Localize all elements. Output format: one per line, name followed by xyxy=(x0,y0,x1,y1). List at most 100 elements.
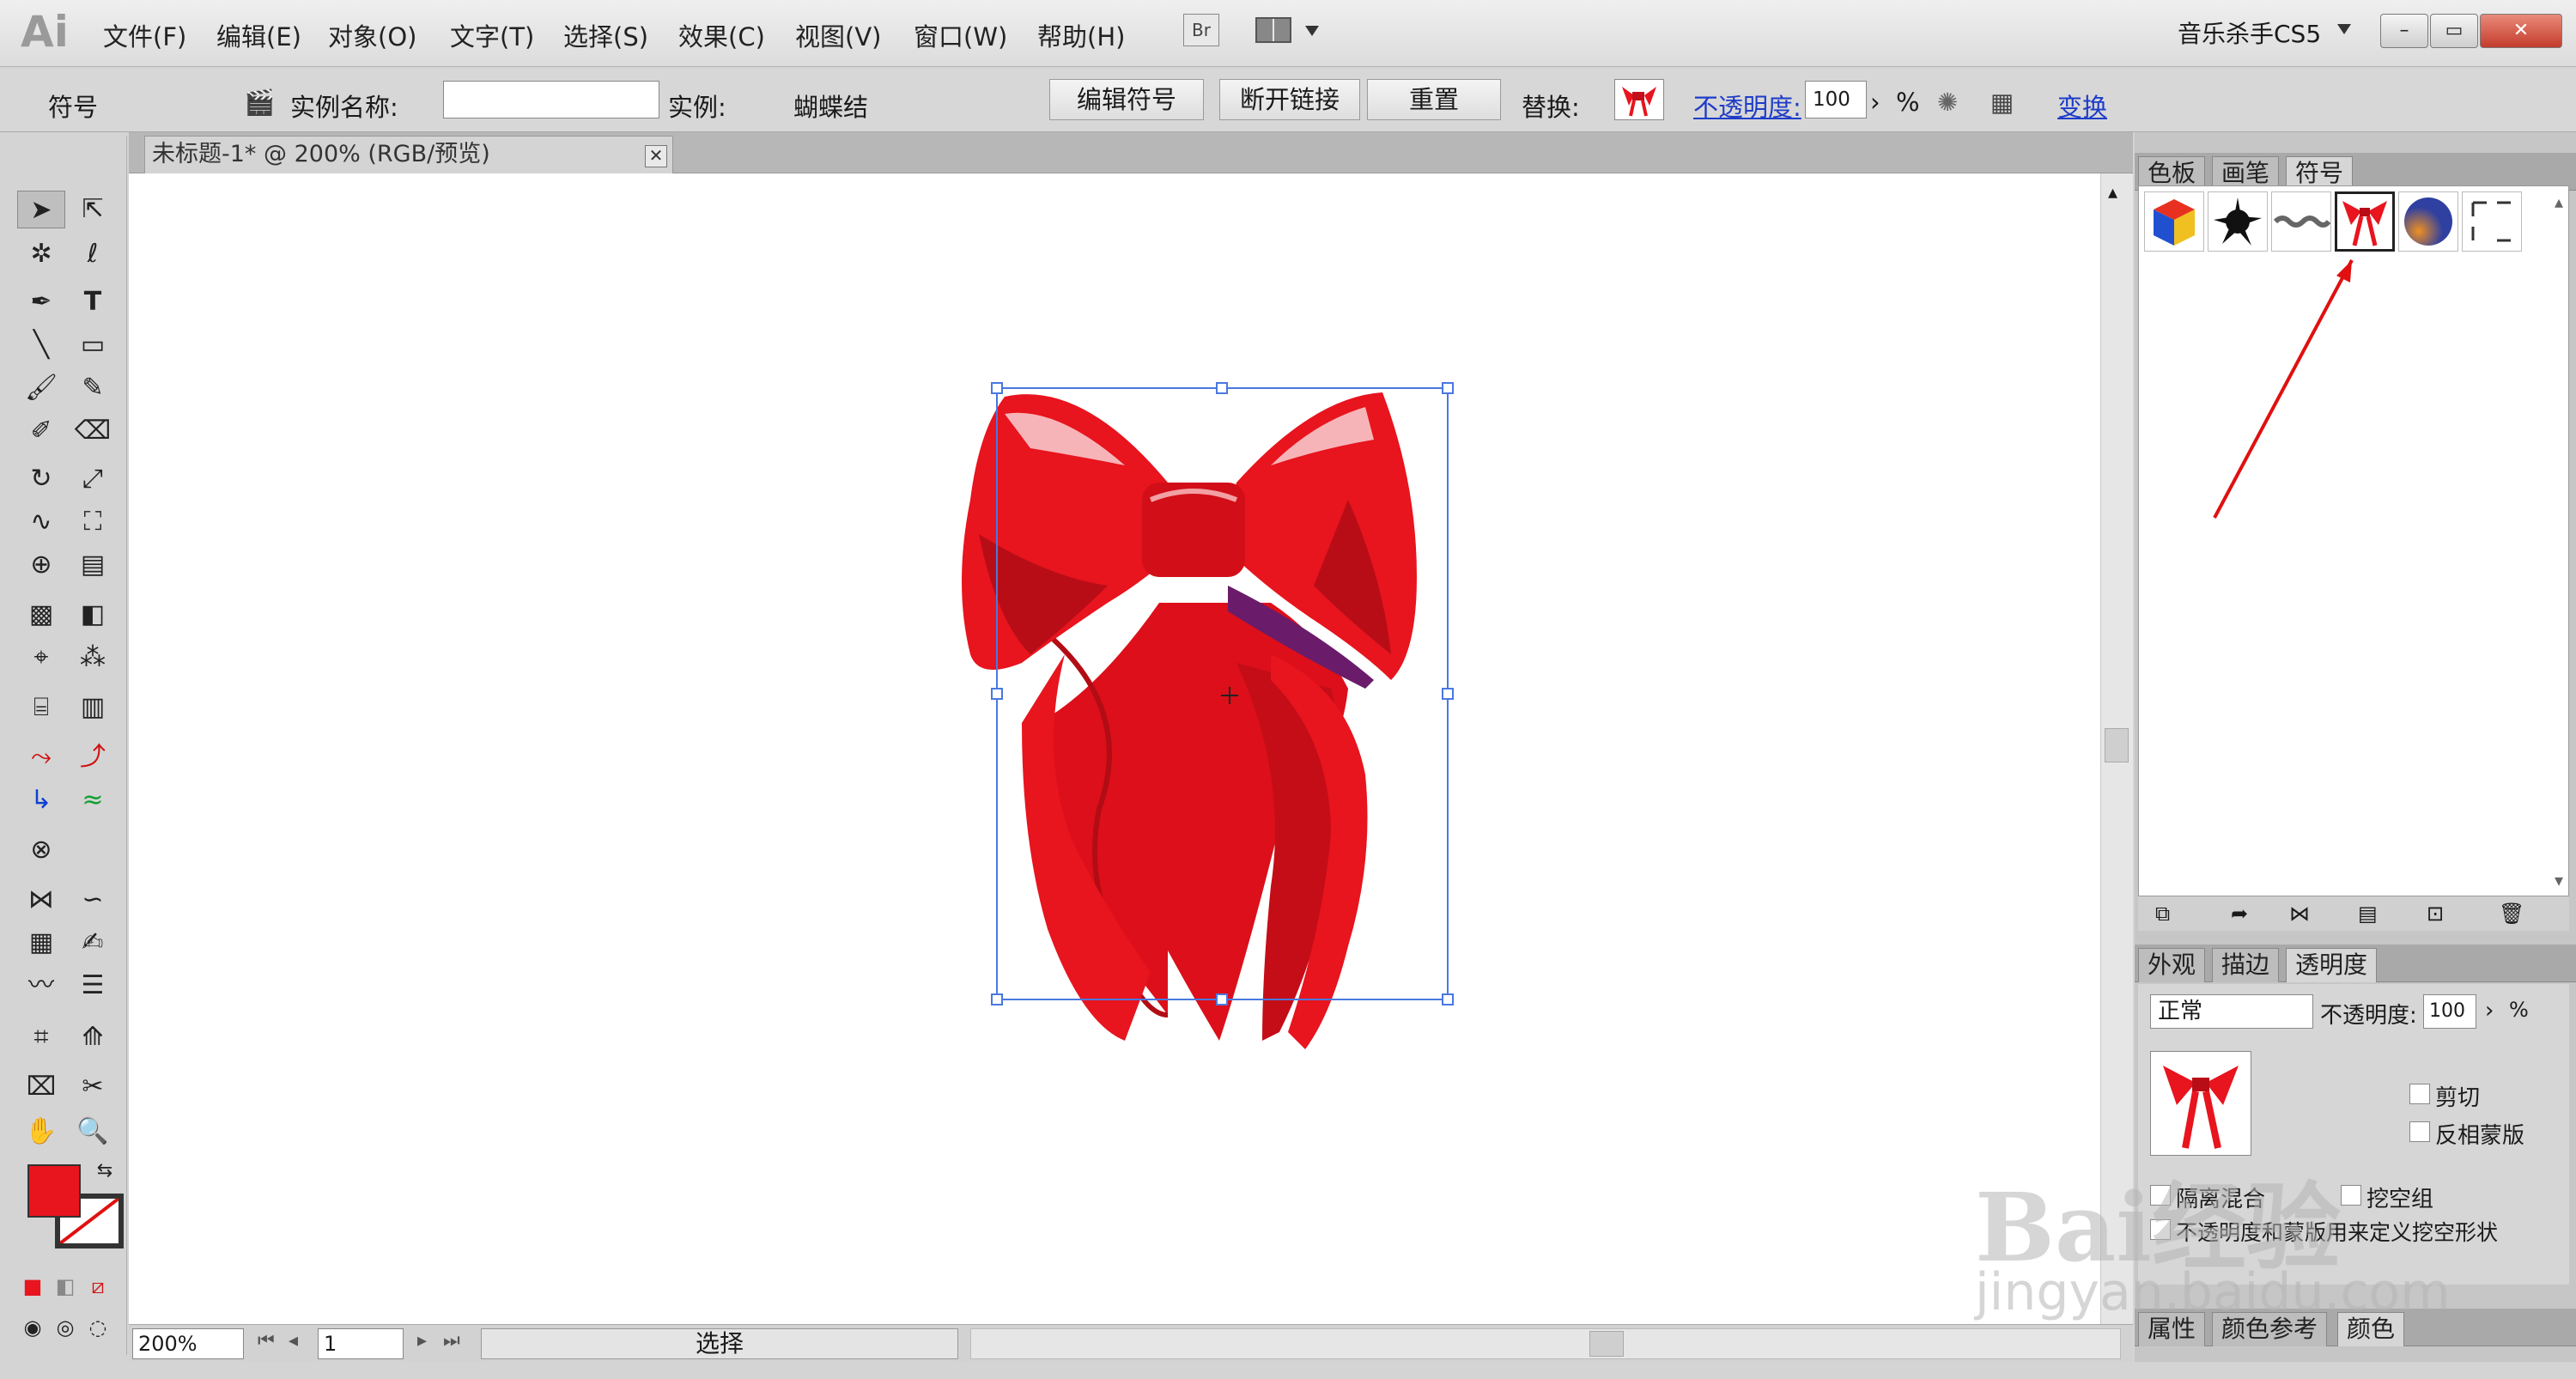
column-graph-tool-icon[interactable]: ▥ xyxy=(69,689,117,726)
artboard-canvas[interactable]: ▴ xyxy=(129,173,2133,1324)
symbol-libraries-icon[interactable]: ⧉ xyxy=(2155,902,2170,926)
vertical-scroll-thumb[interactable] xyxy=(2105,728,2129,762)
last-page-icon[interactable]: ⏭ xyxy=(443,1330,460,1352)
trash-icon[interactable]: 🗑 xyxy=(2499,902,2524,926)
swap-fill-stroke-icon[interactable]: ⇆ xyxy=(88,1152,122,1190)
pen-tool-icon[interactable]: ✒ xyxy=(17,283,65,321)
clip-checkbox[interactable] xyxy=(2409,1084,2430,1104)
measure-tool-icon[interactable]: ⟰ xyxy=(69,1018,117,1056)
recolor-icon[interactable]: ✺ xyxy=(1937,88,1958,117)
zoom-tool-icon[interactable]: 🔍 xyxy=(69,1113,117,1151)
menu-effect[interactable]: 效果(C) xyxy=(678,17,765,53)
menu-view[interactable]: 视图(V) xyxy=(795,17,881,53)
free-transform-tool-icon[interactable]: ⛶ xyxy=(69,503,117,541)
custom-tool-icon[interactable]: ⤴ xyxy=(69,738,117,776)
instance-name-input[interactable] xyxy=(443,81,659,118)
tab-stroke[interactable]: 描边 xyxy=(2212,948,2280,982)
fill-swatch[interactable] xyxy=(27,1164,81,1218)
status-display[interactable]: 选择 xyxy=(481,1328,958,1359)
break-link-icon[interactable]: ⋈ xyxy=(2289,902,2310,926)
tab-appearance[interactable]: 外观 xyxy=(2138,948,2206,982)
paintbrush-tool-icon[interactable]: 🖌 xyxy=(17,369,65,407)
menu-edit[interactable]: 编辑(E) xyxy=(216,17,301,53)
shape-builder-tool-icon[interactable]: ⊕ xyxy=(17,546,65,584)
break-link-button[interactable]: 断开链接 xyxy=(1219,79,1360,120)
zoom-select[interactable]: 200% xyxy=(132,1328,244,1359)
horizontal-scrollbar[interactable] xyxy=(970,1328,2121,1359)
scale-tool-icon[interactable]: ⤢ xyxy=(69,460,117,498)
blend-tool-icon[interactable]: ⁂ xyxy=(69,639,117,677)
replace-symbol-dropdown[interactable] xyxy=(1614,79,1664,120)
edit-symbol-button[interactable]: 编辑符号 xyxy=(1049,79,1204,120)
selection-tool-icon[interactable]: ➤ xyxy=(17,191,65,228)
eyedropper-tool-icon[interactable]: ⌗ xyxy=(17,1018,65,1056)
chevron-down-icon[interactable] xyxy=(2337,24,2351,34)
wave-tool-icon[interactable]: ∽ xyxy=(69,881,117,919)
workspace-switcher[interactable]: 音乐杀手CS5 xyxy=(2178,15,2321,50)
gradient-mode-icon[interactable]: ◧ xyxy=(50,1267,81,1305)
scroll-up-icon[interactable]: ▴ xyxy=(2108,182,2117,204)
draw-behind-icon[interactable]: ◎ xyxy=(50,1309,81,1346)
next-page-icon[interactable]: ▸ xyxy=(417,1330,427,1352)
first-page-icon[interactable]: ⏮ xyxy=(258,1330,275,1352)
draw-normal-icon[interactable]: ◉ xyxy=(17,1309,48,1346)
page-select[interactable]: 1 xyxy=(318,1328,404,1359)
blend-mode-select[interactable]: 正常 xyxy=(2150,994,2313,1029)
lasso-tool-icon[interactable]: ℓ xyxy=(69,235,117,273)
menu-select[interactable]: 选择(S) xyxy=(563,17,648,53)
tab-transparency[interactable]: 透明度 xyxy=(2286,948,2378,982)
menu-object[interactable]: 对象(O) xyxy=(328,17,416,53)
custom-tool-icon[interactable]: ↳ xyxy=(17,781,65,819)
target-tool-icon[interactable]: ⊗ xyxy=(17,831,65,869)
custom-tool-icon[interactable]: ≈ xyxy=(69,781,117,819)
close-button[interactable]: ✕ xyxy=(2480,14,2562,48)
close-tab-icon[interactable]: ✕ xyxy=(645,145,667,167)
mesh-tool-icon[interactable]: ▩ xyxy=(17,596,65,634)
zigzag-tool-icon[interactable]: 〰 xyxy=(17,967,65,1005)
menu-type[interactable]: 文字(T) xyxy=(450,17,534,53)
draw-inside-icon[interactable]: ◌ xyxy=(82,1309,113,1346)
hand-tool-icon[interactable]: ✋ xyxy=(17,1113,65,1151)
eyedropper-tool-icon[interactable]: ⌖ xyxy=(17,639,65,677)
slice-tool-icon[interactable]: ✂ xyxy=(69,1068,117,1106)
knockout-group-checkbox[interactable] xyxy=(2341,1185,2361,1206)
minimize-button[interactable]: – xyxy=(2380,14,2428,48)
opacity-link[interactable]: 不透明度: xyxy=(1693,88,1801,124)
resize-handle[interactable] xyxy=(1442,382,1454,394)
bow-symbol-instance[interactable] xyxy=(962,392,1417,1049)
resize-handle[interactable] xyxy=(991,382,1003,394)
artboard-tool-icon[interactable]: ⌧ xyxy=(17,1068,65,1106)
chevron-right-icon[interactable]: › xyxy=(1870,88,1880,117)
none-mode-icon[interactable]: ⧄ xyxy=(82,1267,113,1305)
direct-selection-tool-icon[interactable]: ⇱ xyxy=(69,191,117,228)
line-tool-icon[interactable]: ╲ xyxy=(17,326,65,364)
transform-link[interactable]: 变换 xyxy=(2057,88,2107,124)
transparency-opacity-input[interactable]: 100 xyxy=(2423,994,2476,1029)
prev-page-icon[interactable]: ◂ xyxy=(289,1330,298,1352)
resize-handle[interactable] xyxy=(1216,993,1228,1005)
arrange-documents-button[interactable] xyxy=(1255,14,1326,46)
warp-tool-icon[interactable]: ∿ xyxy=(17,503,65,541)
magic-wand-tool-icon[interactable]: ✲ xyxy=(17,235,65,273)
menu-file[interactable]: 文件(F) xyxy=(103,17,186,53)
place-symbol-icon[interactable]: ➦ xyxy=(2231,902,2248,926)
resize-handle[interactable] xyxy=(1442,688,1454,700)
menu-window[interactable]: 窗口(W) xyxy=(914,17,1007,53)
reset-button[interactable]: 重置 xyxy=(1367,79,1501,120)
opacity-input[interactable]: 100 xyxy=(1805,81,1867,118)
list-tool-icon[interactable]: ☰ xyxy=(69,967,117,1005)
type-tool-icon[interactable]: T xyxy=(69,283,117,321)
bridge-button[interactable]: Br xyxy=(1183,14,1219,46)
new-symbol-icon[interactable]: ⊡ xyxy=(2427,902,2444,926)
scroll-up-icon[interactable]: ▴ xyxy=(2555,191,2563,212)
symbol-sprayer-tool-icon[interactable]: ⌸ xyxy=(17,689,65,726)
envelope-tool-icon[interactable]: ⋈ xyxy=(17,881,65,919)
grid-tool-icon[interactable]: ▦ xyxy=(17,924,65,962)
symbol-options-icon[interactable]: ▤ xyxy=(2358,902,2378,926)
gradient-tool-icon[interactable]: ◧ xyxy=(69,596,117,634)
blob-brush-tool-icon[interactable]: ✐ xyxy=(17,412,65,450)
resize-handle[interactable] xyxy=(991,688,1003,700)
resize-handle[interactable] xyxy=(1216,382,1228,394)
resize-handle[interactable] xyxy=(991,993,1003,1005)
color-mode-icon[interactable]: ■ xyxy=(17,1267,48,1305)
